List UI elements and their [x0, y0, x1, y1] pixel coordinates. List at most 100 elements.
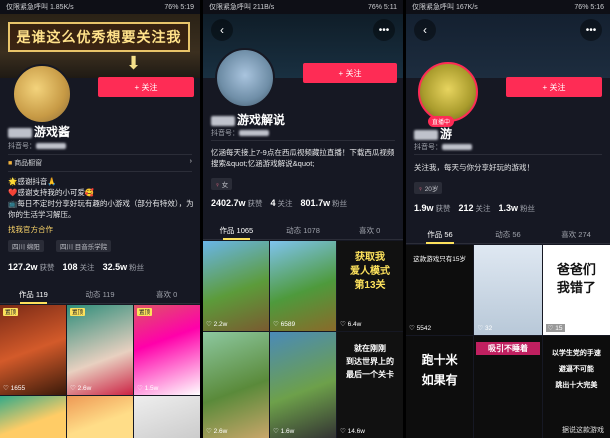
video-thumb[interactable]: 就在刚刚 到达世界上的 最后一个关卡 ♡ 14.6w	[337, 332, 403, 438]
video-caption: 获取我 爱人模式 第13关	[350, 252, 390, 291]
stat-label: 获赞	[247, 199, 263, 208]
content-tabs: 作品 119 动态 119 喜欢 0	[0, 287, 200, 304]
tab-likes[interactable]: 喜欢 0	[133, 287, 200, 303]
uid-label: 抖音号：	[211, 130, 239, 137]
like-num: 5542	[416, 325, 432, 332]
stat-following[interactable]: 4 关注	[271, 198, 293, 209]
stat-following[interactable]: 212 关注	[459, 203, 491, 214]
stat-likes[interactable]: 2402.7w 获赞	[211, 198, 263, 209]
stat-likes[interactable]: 127.2w 获赞	[8, 262, 55, 273]
profile-panel-2: 仅限紧急呼叫 211B/s 76% 5:11 ‹ ••• + 关注 游戏解说 抖…	[203, 0, 403, 438]
tab-moments[interactable]: 动态 119	[67, 287, 134, 303]
shop-label: 商品橱窗	[14, 160, 43, 167]
back-icon[interactable]: ‹	[211, 19, 233, 41]
back-icon[interactable]: ‹	[414, 19, 436, 41]
video-thumb[interactable]: 以学生党的手速 避逼不可能 跳出十大完美	[542, 336, 610, 438]
like-count: ♡ 6589	[273, 321, 296, 328]
uid: 抖音号：	[211, 128, 271, 138]
tab-likes[interactable]: 喜欢 0	[336, 223, 403, 239]
content-tabs: 作品 56 动态 56 喜欢 274	[406, 227, 610, 244]
video-caption: 吸引不睡着	[476, 342, 540, 355]
video-thumb[interactable]: 置顶 ♡ 2.6w	[67, 305, 133, 395]
stat-label: 粉丝	[129, 263, 145, 272]
screenshot-collage: 仅限紧急呼叫 1.85K/s 76% 5:19 是谁这么优秀想要关注我 ⬇ + …	[0, 0, 610, 438]
avatar[interactable]	[418, 62, 478, 122]
stat-label: 获赞	[39, 263, 55, 272]
gender-text: 女	[221, 182, 229, 189]
like-count: ♡ 32	[477, 325, 493, 332]
stat-likes[interactable]: 1.9w 获赞	[414, 203, 451, 214]
stat-label: 关注	[277, 199, 293, 208]
blurred-name	[414, 129, 438, 140]
stat-num: 2402.7w	[211, 198, 246, 208]
like-count: ♡ 1.6w	[273, 428, 295, 435]
pinned-badge: 置顶	[137, 308, 153, 316]
stat-fans[interactable]: 32.5w 粉丝	[103, 262, 145, 273]
school-tag: 四川 目音乐学院	[56, 240, 112, 252]
more-icon[interactable]: •••	[373, 19, 395, 41]
like-count: ♡ 15	[545, 324, 565, 332]
avatar[interactable]	[215, 48, 275, 108]
like-count: ♡ 6.4w	[340, 321, 362, 328]
status-left: 仅限紧急呼叫 211B/s	[209, 4, 275, 11]
follow-button[interactable]: + 关注	[506, 77, 602, 97]
video-thumb[interactable]: 吸引不睡着	[474, 336, 542, 438]
stat-fans[interactable]: 801.7w 粉丝	[301, 198, 348, 209]
chevron-right-icon: ›	[189, 158, 192, 165]
video-thumb[interactable]: 跑十米 如果有	[406, 336, 474, 438]
like-num: 2.2w	[213, 321, 228, 328]
video-caption: 跑十米 如果有	[421, 353, 458, 387]
tab-moments[interactable]: 动态 56	[474, 227, 542, 243]
avatar[interactable]	[12, 64, 72, 124]
like-num: 1.5w	[144, 385, 159, 392]
like-count: ♡ 14.6w	[340, 428, 365, 435]
video-thumb[interactable]: 置顶 ♡ 1655	[0, 305, 66, 395]
tab-likes[interactable]: 喜欢 274	[542, 227, 610, 243]
follow-button[interactable]: + 关注	[98, 77, 194, 97]
status-right: 76% 5:16	[574, 3, 604, 11]
name-text: 游戏解说	[237, 113, 286, 127]
bio: 关注我，每天与你分享好玩的游戏！	[414, 163, 534, 172]
like-count: ♡ 5542	[409, 325, 432, 332]
more-icon[interactable]: •••	[580, 19, 602, 41]
bio-link[interactable]: 找我官方合作	[8, 224, 53, 235]
location-tag: 四川 绵阳	[8, 240, 44, 252]
follow-button[interactable]: + 关注	[303, 63, 397, 83]
tab-moments[interactable]: 动态 1078	[270, 223, 337, 239]
video-thumb[interactable]: 置顶 ♡ 1.5w	[134, 305, 200, 395]
pinned-badge: 置顶	[70, 308, 86, 316]
uid: 抖音号：	[414, 142, 474, 152]
video-thumb[interactable]	[0, 396, 66, 438]
tab-works[interactable]: 作品 1065	[203, 223, 270, 240]
blurred-uid	[239, 130, 269, 137]
like-num: 14.6w	[347, 428, 365, 435]
shop-entry[interactable]: ■ 商品橱窗 ›	[8, 154, 192, 172]
tab-works[interactable]: 作品 119	[0, 287, 67, 304]
profile-name: 游戏酱	[8, 123, 70, 140]
age-text: 20岁	[424, 186, 439, 193]
stat-num: 108	[62, 262, 78, 272]
stat-fans[interactable]: 1.3w 粉丝	[499, 203, 536, 214]
stat-following[interactable]: 108 关注	[63, 262, 95, 273]
status-left: 仅限紧急呼叫 1.85K/s	[6, 4, 74, 11]
video-thumb[interactable]: 爸爸们 我错了 ♡ 15	[542, 245, 610, 335]
video-thumb[interactable]	[67, 396, 133, 438]
divider	[414, 154, 602, 155]
stat-label: 获赞	[435, 204, 451, 213]
tab-works[interactable]: 作品 56	[406, 227, 474, 244]
video-thumb[interactable]: 这款游戏只有15岁 ♡ 5542	[406, 245, 474, 335]
video-thumb[interactable]: ♡ 2.2w	[203, 241, 269, 331]
video-thumb[interactable]: ♡ 6589	[270, 241, 336, 331]
profile-name: 游	[414, 125, 452, 142]
video-thumb[interactable]: ♡ 2.6w	[203, 332, 269, 438]
shop-icon: ■	[8, 160, 13, 167]
status-left: 仅限紧急呼叫 167K/s	[412, 4, 478, 11]
video-thumb[interactable]: ♡ 32	[474, 245, 542, 335]
like-num: 6589	[280, 321, 296, 328]
video-thumb[interactable]: 获取我 爱人模式 第13关 ♡ 6.4w	[337, 241, 403, 331]
video-thumb[interactable]	[134, 396, 200, 438]
blurred-name	[211, 115, 235, 126]
video-thumb[interactable]: ♡ 1.6w	[270, 332, 336, 438]
like-count: ♡ 2.2w	[206, 321, 228, 328]
like-num: 1655	[10, 385, 26, 392]
